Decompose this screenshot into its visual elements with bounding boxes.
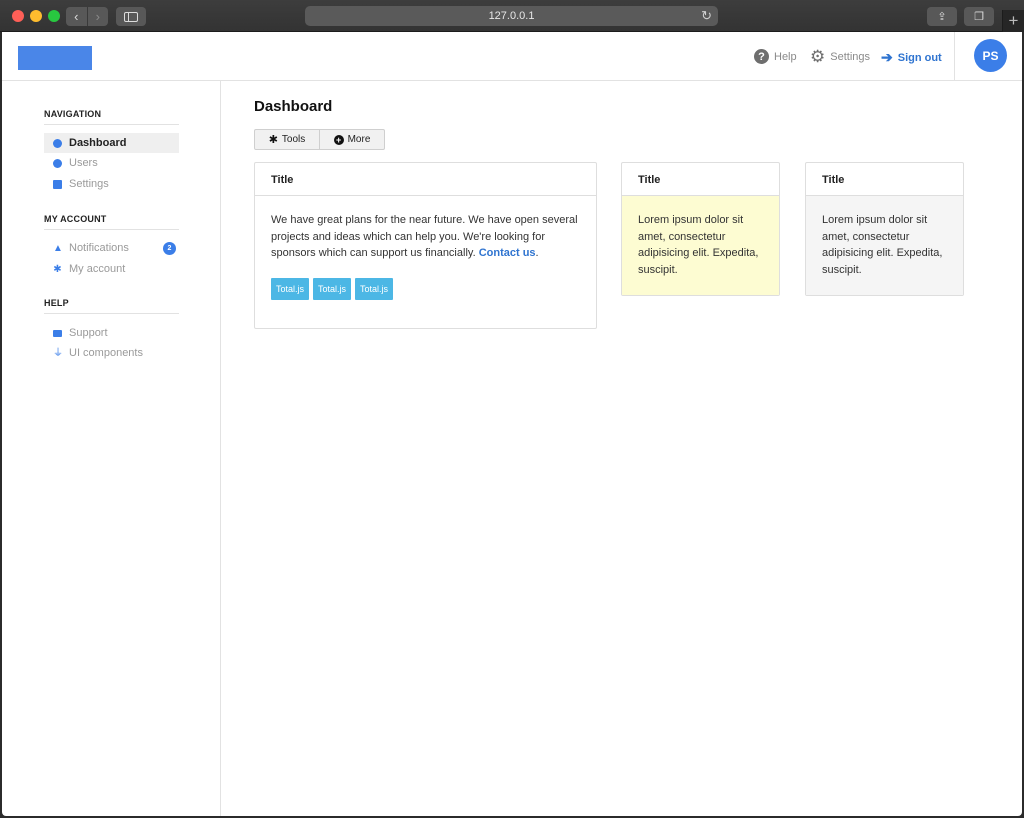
close-window-button[interactable] (12, 10, 24, 22)
share-button[interactable]: ⇪ (927, 7, 957, 26)
forward-button[interactable]: › (86, 7, 108, 26)
tabs-overview-button[interactable]: ❐ (964, 7, 994, 26)
clock-icon (53, 158, 62, 168)
tag[interactable]: Total.js (355, 277, 394, 300)
card-title: Title (806, 163, 963, 196)
avatar[interactable]: PS (974, 39, 1007, 72)
contact-us-link[interactable]: Contact us (479, 247, 536, 259)
logo[interactable] (18, 46, 92, 70)
help-label: Help (774, 50, 797, 63)
divider (44, 313, 179, 314)
bell-icon: ▲ (53, 242, 63, 254)
sidebar-item-users[interactable]: Users (44, 153, 179, 173)
sidebar-item-notifications[interactable]: ▲ Notifications 2 (44, 238, 179, 258)
gear-icon: ✱ (53, 263, 62, 275)
tag-list: Total.js Total.js Total.js (271, 277, 580, 300)
new-tab-button[interactable]: + (1002, 10, 1024, 32)
section-title-help: HELP (44, 298, 69, 308)
section-title-my-account: MY ACCOUNT (44, 214, 107, 224)
sidebar-item-label: UI components (69, 347, 143, 359)
minimize-window-button[interactable] (30, 10, 42, 22)
address-bar[interactable]: 127.0.0.1 ↻ (305, 6, 718, 26)
help-icon: ? (754, 49, 769, 64)
credit-card-icon (53, 329, 62, 337)
sidebar-item-label: Settings (69, 178, 109, 190)
grey-card: Title Lorem ipsum dolor sit amet, consec… (805, 162, 964, 296)
card-body: Lorem ipsum dolor sit amet, consectetur … (806, 196, 963, 295)
zoom-window-button[interactable] (48, 10, 60, 22)
dashboard-icon (53, 138, 62, 148)
sidebar: NAVIGATION Dashboard Users Settings MY A… (2, 81, 221, 816)
history-nav: ‹ › (66, 7, 108, 26)
period: . (535, 247, 539, 259)
gear-icon: ✱ (268, 134, 278, 146)
card-title: Title (255, 163, 596, 196)
sign-out-icon: ➔ (881, 49, 893, 65)
more-label: More (347, 134, 371, 145)
sidebar-item-ui-components[interactable]: ⏚ UI components (44, 343, 179, 363)
card-title: Title (622, 163, 779, 196)
sidebar-toggle-button[interactable] (116, 7, 146, 26)
sidebar-item-settings[interactable]: Settings (44, 174, 179, 194)
notification-count-badge: 2 (163, 242, 176, 255)
plug-icon: ⏚ (53, 347, 63, 359)
tabs-icon: ❐ (974, 11, 984, 23)
tag[interactable]: Total.js (313, 277, 352, 300)
box-icon (53, 179, 62, 189)
sidebar-item-dashboard[interactable]: Dashboard (44, 133, 179, 153)
sign-out-link[interactable]: ➔ Sign out (881, 49, 942, 66)
card-body: We have great plans for the near future.… (255, 196, 596, 316)
sidebar-item-support[interactable]: Support (44, 323, 179, 343)
settings-link[interactable]: ⚙ Settings (810, 47, 870, 66)
browser-toolbar: ‹ › 127.0.0.1 ↻ ⇪ ❐ + (0, 0, 1024, 32)
sidebar-item-my-account[interactable]: ✱ My account (44, 259, 179, 279)
settings-label: Settings (830, 50, 870, 63)
sidebar-item-label: Support (69, 327, 108, 339)
page-title: Dashboard (254, 98, 333, 115)
page-toolbar: ✱ Tools + More (254, 129, 385, 150)
back-button[interactable]: ‹ (66, 7, 87, 26)
sidebar-item-label: My account (69, 263, 126, 275)
sidebar-item-label: Dashboard (69, 137, 127, 149)
plus-circle-icon: + (333, 134, 344, 145)
tag[interactable]: Total.js (271, 277, 310, 300)
divider (44, 124, 179, 125)
sidebar-item-label: Notifications (69, 242, 129, 254)
avatar-area: PS (954, 32, 1022, 81)
reload-icon[interactable]: ↻ (701, 8, 712, 24)
web-page: ? Help ⚙ Settings ➔ Sign out PS NAVIGATI… (2, 32, 1022, 816)
tools-button[interactable]: ✱ Tools (255, 130, 319, 149)
sign-out-label: Sign out (897, 51, 942, 64)
share-icon: ⇪ (937, 11, 947, 23)
top-bar: ? Help ⚙ Settings ➔ Sign out PS (2, 32, 1022, 81)
yellow-card: Title Lorem ipsum dolor sit amet, consec… (621, 162, 780, 296)
url-text: 127.0.0.1 (488, 10, 535, 22)
info-card: Title We have great plans for the near f… (254, 162, 597, 329)
tools-label: Tools (281, 134, 306, 145)
sidebar-item-label: Users (69, 157, 98, 169)
divider (44, 229, 179, 230)
sidebar-icon (124, 11, 138, 22)
card-body: Lorem ipsum dolor sit amet, consectetur … (622, 196, 779, 295)
gear-icon: ⚙ (810, 47, 826, 66)
help-link[interactable]: ? Help (754, 49, 797, 64)
more-button[interactable]: + More (319, 130, 384, 149)
section-title-navigation: NAVIGATION (44, 109, 102, 119)
